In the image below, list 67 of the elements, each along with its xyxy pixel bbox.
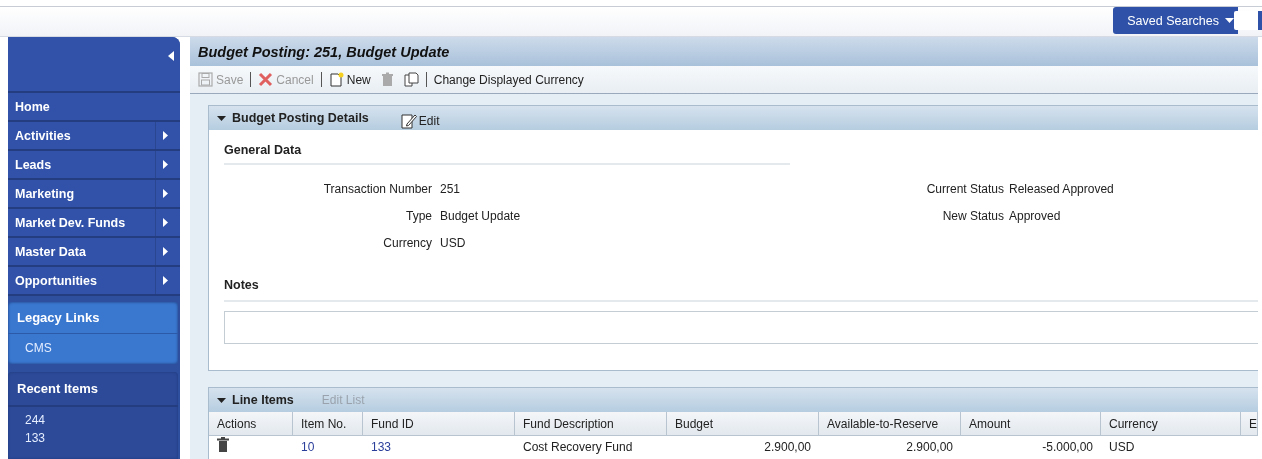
collapse-triangle-icon[interactable] xyxy=(217,113,226,123)
page-title: Budget Posting: 251, Budget Update xyxy=(198,43,450,60)
field-value: Budget Update xyxy=(440,208,521,223)
nav-item[interactable]: Opportunities xyxy=(8,267,180,296)
sidebar-link[interactable]: 133 xyxy=(8,429,178,447)
panel-title: Budget Posting Details xyxy=(232,111,369,125)
nav-item[interactable]: Market Dev. Funds xyxy=(8,209,180,238)
panel-title: Recent Items xyxy=(8,372,178,407)
copy-button[interactable] xyxy=(401,72,421,87)
trash-icon xyxy=(379,72,395,87)
submenu-arrow-icon xyxy=(162,247,168,256)
nav-item[interactable]: Leads xyxy=(8,151,180,180)
section-title: Notes xyxy=(224,278,1258,302)
column-header: E xyxy=(1241,412,1258,436)
table-cell-text: Cost Recovery Fund xyxy=(522,439,634,456)
pencil-page-icon xyxy=(400,113,417,129)
column-header: Currency xyxy=(1101,412,1241,436)
sidebar-link[interactable]: CMS xyxy=(8,338,178,358)
panel-title: Line Items xyxy=(232,393,294,407)
saved-searches-label: Saved Searches xyxy=(1127,13,1219,28)
field-value: Approved xyxy=(1009,208,1061,223)
column-header: Item No. xyxy=(293,412,363,436)
saved-searches-menu[interactable]: Saved Searches xyxy=(1113,7,1238,34)
x-icon xyxy=(258,72,274,87)
column-header: Fund Description xyxy=(515,412,667,436)
field-label: Currency xyxy=(382,235,433,250)
table-cell-text: -5.000,00 xyxy=(1041,439,1094,456)
table-cell-text: USD xyxy=(1108,439,1136,456)
field-label: New Status xyxy=(941,208,1005,223)
collapse-icon[interactable] xyxy=(168,51,174,61)
column-header: Actions xyxy=(209,412,293,436)
column-header: Fund ID xyxy=(363,412,515,436)
column-header: Amount xyxy=(961,412,1101,436)
nav-item[interactable]: Home xyxy=(8,93,180,122)
panel-title: Legacy Links xyxy=(8,302,178,334)
nav-item[interactable]: Master Data xyxy=(8,238,180,267)
new-document-icon xyxy=(328,72,344,87)
table-cell-text: 2.900,00 xyxy=(905,439,954,456)
submenu-arrow-icon xyxy=(162,276,168,285)
sidebar-link[interactable]: 244 xyxy=(8,411,178,429)
submenu-arrow-icon xyxy=(162,160,168,169)
field-value: 251 xyxy=(440,181,461,196)
column-header: Budget xyxy=(667,412,819,436)
table-cell-text: 2.900,00 xyxy=(763,439,812,456)
edit-button[interactable]: Edit xyxy=(400,113,440,129)
copy-icon xyxy=(403,72,419,87)
notes-field[interactable] xyxy=(224,311,1258,344)
section-title: General Data xyxy=(224,143,790,165)
submenu-arrow-icon xyxy=(162,189,168,198)
field-value: Released Approved xyxy=(1009,181,1114,196)
submenu-arrow-icon xyxy=(162,218,168,227)
nav-item[interactable]: Activities xyxy=(8,122,180,151)
nav-item[interactable]: Marketing xyxy=(8,180,180,209)
field-label: Type xyxy=(405,208,433,223)
caret-icon xyxy=(1225,18,1234,23)
new-button[interactable]: New xyxy=(326,72,373,87)
collapse-triangle-icon[interactable] xyxy=(217,395,226,405)
field-label: Transaction Number xyxy=(322,181,433,196)
table-link[interactable]: 133 xyxy=(371,440,392,454)
search-field[interactable] xyxy=(1234,11,1262,30)
change-currency-button[interactable]: Change Displayed Currency xyxy=(431,72,586,87)
submenu-arrow-icon xyxy=(162,131,168,140)
table-link[interactable]: 10 xyxy=(301,440,315,454)
field-label: Current Status xyxy=(925,181,1005,196)
field-value: USD xyxy=(440,235,466,250)
trash-icon[interactable] xyxy=(217,437,229,452)
column-header: Available-to-Reserve xyxy=(819,412,961,436)
